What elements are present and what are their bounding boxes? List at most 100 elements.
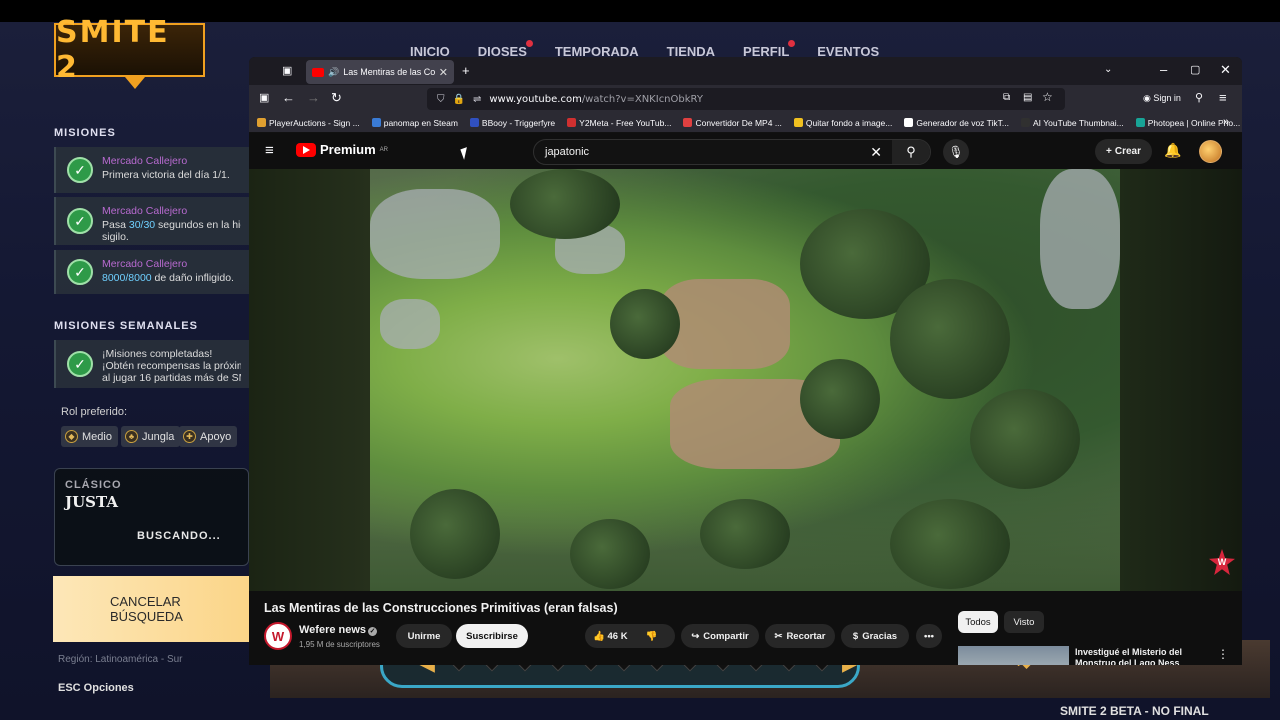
channel-name[interactable]: Wefere news ✓ bbox=[299, 624, 378, 636]
tab-list-icon[interactable]: ▣ bbox=[282, 64, 292, 77]
minimize-icon[interactable]: – bbox=[1160, 62, 1167, 77]
weekly-mission-card[interactable]: ✓ ¡Misiones completadas! ¡Obtén recompen… bbox=[54, 340, 249, 388]
share-icon: ↪ bbox=[691, 630, 700, 642]
chip-todos[interactable]: Todos bbox=[958, 611, 998, 633]
bookmark-item[interactable]: Convertidor De MP4 ... bbox=[683, 117, 782, 128]
queue-name: JUSTA bbox=[65, 493, 118, 511]
like-button[interactable]: 👍 46 K bbox=[593, 631, 628, 642]
bookmark-favicon-icon bbox=[1020, 118, 1030, 127]
recommended-thumbnail[interactable] bbox=[958, 646, 1069, 665]
bookmark-item[interactable]: Y2Meta - Free YouTub... bbox=[567, 118, 671, 128]
more-actions-button[interactable]: ••• bbox=[916, 624, 942, 648]
video-player[interactable] bbox=[370, 169, 1120, 591]
recommended-title[interactable]: Investigué el Misterio del Monstruo del … bbox=[1075, 647, 1215, 665]
chip-visto[interactable]: Visto bbox=[1004, 611, 1044, 633]
join-button[interactable]: Unirme bbox=[396, 624, 452, 648]
bookmark-favicon-icon bbox=[683, 118, 693, 127]
check-icon: ✓ bbox=[67, 157, 93, 183]
cancel-search-button[interactable]: CANCELAR BÚSQUEDA bbox=[53, 576, 249, 642]
reload-icon[interactable]: ↻ bbox=[331, 90, 342, 106]
weekly-missions-title: MISIONES SEMANALES bbox=[54, 320, 198, 332]
video-frame-detail bbox=[800, 359, 880, 439]
subscriber-count: 1,95 M de suscriptores bbox=[299, 640, 380, 649]
role-apoyo[interactable]: ✚ Apoyo bbox=[179, 426, 238, 447]
bookmark-item[interactable]: AI YouTube Thumbnai... bbox=[1020, 118, 1124, 128]
bookmark-item[interactable]: Quitar fondo a image... bbox=[793, 118, 892, 128]
role-jungle-icon: ♣ bbox=[125, 430, 138, 443]
smite-logo-tail bbox=[125, 77, 145, 89]
lock-icon[interactable]: 🔒 bbox=[453, 94, 465, 105]
clip-label: Recortar bbox=[786, 630, 826, 642]
speaker-icon[interactable]: 🔊 bbox=[328, 67, 339, 78]
bookmark-item[interactable]: BBooy - Triggerfyre bbox=[469, 118, 555, 128]
role-mid-icon: ◆ bbox=[65, 430, 78, 443]
bookmark-label: Convertidor De MP4 ... bbox=[695, 117, 782, 128]
maximize-icon[interactable]: ▢ bbox=[1190, 63, 1200, 76]
video-frame-detail bbox=[890, 499, 1010, 589]
back-icon[interactable]: ← bbox=[282, 90, 295, 105]
mission-progress: 30/30 bbox=[128, 219, 156, 231]
channel-avatar[interactable]: W bbox=[264, 622, 292, 650]
address-bar[interactable]: ⛉ 🔒 ⇌ www.youtube.com/watch?v=XNKIcnObkR… bbox=[427, 88, 1065, 110]
browser-navbar: ▣ ← → ↻ ⛉ 🔒 ⇌ www.youtube.com/watch?v=XN… bbox=[249, 85, 1242, 113]
plus-icon: + bbox=[1106, 146, 1112, 157]
sign-in-label: Sign in bbox=[1153, 93, 1181, 103]
clear-search-icon[interactable]: ✕ bbox=[870, 144, 882, 161]
search-input[interactable]: japatonic bbox=[545, 146, 870, 158]
hamburger-menu-icon[interactable]: ≡ bbox=[265, 142, 274, 159]
subscribe-button[interactable]: Suscribirse bbox=[456, 624, 528, 648]
missions-title: MISIONES bbox=[54, 127, 116, 139]
mission-desc: 8000/8000 de daño infligido. bbox=[102, 272, 241, 284]
youtube-logo[interactable]: Premium AR bbox=[296, 142, 388, 157]
thanks-button[interactable]: $ Gracias bbox=[841, 624, 909, 648]
video-title: Las Mentiras de las Construcciones Primi… bbox=[264, 601, 618, 615]
notifications-bell-icon[interactable]: 🔔 bbox=[1164, 142, 1181, 159]
shield-icon[interactable]: ⛉ bbox=[437, 94, 445, 105]
forward-icon[interactable]: → bbox=[307, 90, 320, 105]
picture-in-picture-icon[interactable]: ⧉ bbox=[1003, 92, 1010, 103]
bookmarks-overflow-icon[interactable]: » bbox=[1223, 116, 1229, 128]
mission-desc-line2: sigilo. bbox=[102, 231, 129, 243]
reader-view-icon[interactable]: ▤ bbox=[1023, 92, 1032, 103]
bookmark-favicon-icon bbox=[469, 118, 479, 127]
create-button[interactable]: + Crear bbox=[1095, 139, 1152, 164]
url-path: /watch?v=XNKIcnObkRY bbox=[581, 93, 703, 105]
video-frame-detail bbox=[370, 189, 500, 279]
search-box[interactable]: japatonic ✕ ⚲ bbox=[533, 139, 931, 165]
role-medio[interactable]: ◆ Medio bbox=[61, 426, 118, 447]
bookmark-item[interactable]: panomap en Steam bbox=[371, 118, 458, 128]
mission-card[interactable]: ✓ Mercado Callejero Primera victoria del… bbox=[54, 147, 249, 193]
sidebar-icon[interactable]: ▣ bbox=[259, 91, 269, 104]
extensions-icon[interactable]: ⚲ bbox=[1195, 91, 1203, 104]
role-jungla[interactable]: ♣ Jungla bbox=[121, 426, 181, 447]
menu-icon[interactable]: ≡ bbox=[1219, 90, 1227, 105]
weekly-line-1: ¡Misiones completadas! bbox=[102, 348, 213, 360]
close-tab-icon[interactable]: ✕ bbox=[439, 66, 448, 79]
search-button[interactable]: ⚲ bbox=[892, 140, 930, 164]
bookmark-item[interactable]: PlayerAuctions - Sign ... bbox=[257, 118, 360, 128]
mission-title: Mercado Callejero bbox=[102, 205, 188, 217]
sign-in-button[interactable]: ◉ Sign in bbox=[1143, 93, 1181, 104]
video-frame-detail bbox=[510, 169, 620, 239]
close-window-icon[interactable]: ✕ bbox=[1220, 62, 1231, 78]
user-avatar[interactable] bbox=[1199, 140, 1222, 163]
video-frame-detail bbox=[410, 489, 500, 579]
bookmark-item[interactable]: Generador de voz TikT... bbox=[904, 118, 1009, 128]
url-text: www.youtube.com/watch?v=XNKIcnObkRY bbox=[489, 94, 703, 105]
bookmark-star-icon[interactable]: ☆ bbox=[1042, 90, 1053, 104]
microphone-icon[interactable]: 🎙 bbox=[943, 139, 969, 165]
share-button[interactable]: ↪ Compartir bbox=[681, 624, 759, 648]
clip-button[interactable]: ✂ Recortar bbox=[765, 624, 835, 648]
channel-name-label: Wefere news bbox=[299, 624, 367, 636]
preferred-role-label: Rol preferido: bbox=[61, 406, 128, 418]
browser-window: ▣ 🔊 Las Mentiras de las Constru ✕ + ⌄ – … bbox=[249, 57, 1242, 665]
mission-card[interactable]: ✓ Mercado Callejero Pasa 30/30 segundos … bbox=[54, 197, 249, 245]
mission-card[interactable]: ✓ Mercado Callejero 8000/8000 de daño in… bbox=[54, 250, 249, 294]
esc-options-button[interactable]: ESC Opciones bbox=[58, 682, 134, 694]
permissions-icon[interactable]: ⇌ bbox=[473, 94, 481, 105]
dislike-button[interactable]: 👎 bbox=[646, 631, 658, 642]
new-tab-icon[interactable]: + bbox=[462, 63, 470, 78]
browser-tab[interactable]: 🔊 Las Mentiras de las Constru ✕ bbox=[306, 60, 454, 84]
chevron-down-icon[interactable]: ⌄ bbox=[1104, 64, 1112, 75]
more-vertical-icon[interactable]: ⋮ bbox=[1217, 647, 1229, 661]
